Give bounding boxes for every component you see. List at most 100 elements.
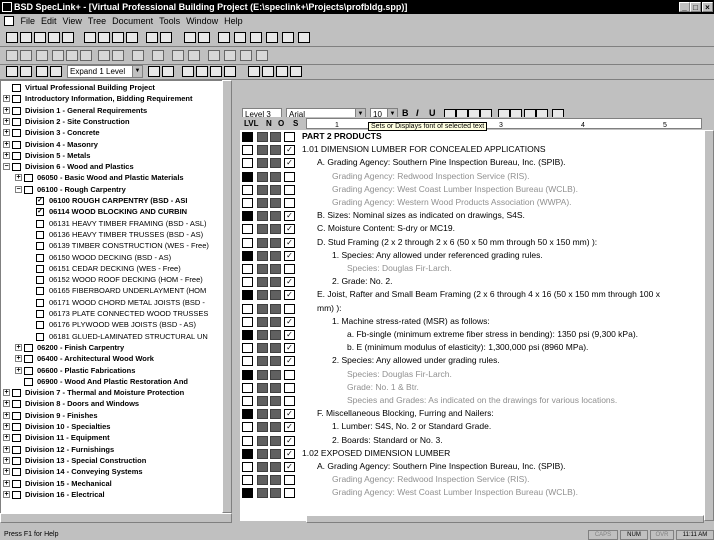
expand-icon[interactable]: + (3, 151, 10, 159)
status-checkbox[interactable]: ✓ (284, 356, 295, 367)
row-marker[interactable] (242, 369, 253, 380)
toolbar-icon[interactable] (20, 66, 32, 77)
status-checkbox[interactable]: ✓ (284, 435, 295, 446)
tree-item[interactable]: 06176 PLYWOOD WEB JOISTS (BSD - AS) (1, 320, 223, 330)
toolbar-icon[interactable] (80, 50, 92, 61)
row-marker[interactable] (257, 356, 268, 367)
row-marker[interactable] (242, 316, 253, 327)
row-marker[interactable] (242, 488, 253, 499)
row-marker[interactable] (270, 369, 281, 380)
expand-icon[interactable]: + (3, 468, 10, 476)
toolbar-icon[interactable] (234, 32, 246, 43)
toolbar-icon[interactable] (224, 50, 236, 61)
status-checkbox[interactable]: ✓ (284, 158, 295, 169)
row-marker[interactable] (270, 422, 281, 433)
row-marker[interactable] (270, 237, 281, 248)
doc-vertical-scrollbar[interactable] (704, 130, 714, 521)
toolbar-icon[interactable] (98, 32, 110, 43)
spec-paragraph[interactable]: Species: Douglas Fir-Larch. (347, 369, 452, 380)
row-marker[interactable] (242, 448, 253, 459)
status-checkbox[interactable]: ✓ (284, 290, 295, 301)
status-checkbox[interactable]: ✓ (284, 316, 295, 327)
row-marker[interactable] (242, 303, 253, 314)
tree-item[interactable]: 06171 WOOD CHORD METAL JOISTS (BSD - (1, 298, 223, 308)
checkbox-icon[interactable] (36, 219, 44, 228)
tree-item[interactable]: + Division 8 - Doors and Windows (1, 399, 223, 409)
toolbar-icon[interactable] (146, 32, 158, 43)
toolbar-icon[interactable] (290, 66, 302, 77)
expand-icon[interactable]: + (15, 366, 22, 374)
toolbar-icon[interactable] (148, 66, 160, 77)
tree-item[interactable]: − Division 6 - Wood and Plastics (1, 162, 223, 172)
row-marker[interactable] (257, 330, 268, 340)
expand-icon[interactable]: + (3, 445, 10, 453)
row-marker[interactable] (242, 382, 253, 393)
menu-edit[interactable]: Edit (41, 16, 57, 26)
row-marker[interactable] (270, 409, 281, 420)
tree-item[interactable]: Virtual Professional Building Project (1, 83, 223, 93)
spec-paragraph[interactable]: Grading Agency: Western Wood Products As… (332, 197, 572, 208)
tree-item[interactable]: + Division 3 - Concrete (1, 128, 223, 138)
expand-icon[interactable]: + (3, 106, 10, 114)
toolbar-icon[interactable] (276, 66, 288, 77)
tree-item[interactable]: ✓ 06100 ROUGH CARPENTRY (BSD - ASI (1, 196, 223, 206)
spec-paragraph[interactable]: Species: Douglas Fir-Larch. (347, 263, 452, 274)
spec-paragraph[interactable]: b. E (minimum modulus of elasticity): 1,… (347, 342, 588, 353)
collapse-icon[interactable]: − (15, 185, 22, 193)
status-checkbox[interactable]: ✓ (284, 250, 295, 261)
row-marker[interactable] (257, 369, 268, 380)
spec-paragraph[interactable]: PART 2 PRODUCTS (302, 131, 382, 142)
row-marker[interactable] (270, 277, 281, 288)
checkbox-icon[interactable] (36, 332, 44, 341)
ruler[interactable]: 12345 (306, 118, 702, 129)
row-marker[interactable] (270, 224, 281, 235)
tree-item[interactable]: + Division 11 - Equipment (1, 433, 223, 443)
row-marker[interactable] (257, 462, 268, 472)
toolbar-icon[interactable] (256, 50, 268, 61)
status-checkbox[interactable]: ✓ (284, 422, 295, 433)
tree-item[interactable]: + Division 2 - Site Construction (1, 117, 223, 127)
row-marker[interactable] (242, 462, 253, 472)
expand-icon[interactable]: + (3, 456, 10, 464)
toolbar-icon[interactable] (6, 32, 18, 43)
status-checkbox[interactable] (284, 488, 295, 499)
expand-icon[interactable]: + (3, 423, 10, 430)
status-checkbox[interactable] (284, 475, 295, 486)
tree-item[interactable]: + Division 14 - Conveying Systems (1, 467, 223, 477)
status-checkbox[interactable]: ✓ (284, 343, 295, 354)
toolbar-icon[interactable] (160, 32, 172, 43)
row-marker[interactable] (270, 250, 281, 261)
row-marker[interactable] (257, 211, 268, 222)
toolbar-icon[interactable] (132, 50, 144, 61)
toolbar-icon[interactable] (20, 50, 32, 61)
toolbar-icon[interactable] (282, 32, 294, 43)
tree-item[interactable]: + Division 15 - Mechanical (1, 479, 223, 489)
tree-item[interactable]: + Division 5 - Metals (1, 151, 223, 161)
spec-paragraph[interactable]: Grade: No. 1 & Btr. (347, 382, 419, 393)
row-marker[interactable] (242, 277, 253, 288)
menu-tools[interactable]: Tools (159, 16, 180, 26)
tree-item[interactable]: + Division 12 - Furnishings (1, 445, 223, 455)
row-marker[interactable] (270, 316, 281, 327)
toolbar-icon[interactable] (196, 66, 208, 77)
tree-item[interactable]: + Division 1 - General Requirements (1, 106, 223, 116)
toolbar-icon[interactable] (152, 50, 164, 61)
expand-icon[interactable]: + (15, 355, 22, 363)
status-checkbox[interactable]: ✓ (284, 277, 295, 288)
tree-item[interactable]: 06136 HEAVY TIMBER TRUSSES (BSD - AS) (1, 230, 223, 240)
tree-item[interactable]: ✓ 06114 WOOD BLOCKING AND CURBIN (1, 207, 223, 217)
tree-item[interactable]: − 06100 - Rough Carpentry (1, 185, 223, 195)
tree-item[interactable]: 06173 PLATE CONNECTED WOOD TRUSSES (1, 309, 223, 319)
menu-tree[interactable]: Tree (88, 16, 106, 26)
row-marker[interactable] (242, 171, 253, 182)
menu-help[interactable]: Help (224, 16, 243, 26)
tree-item[interactable]: 06165 FIBERBOARD UNDERLAYMENT (HOM (1, 286, 223, 296)
toolbar-icon[interactable] (66, 50, 78, 61)
row-marker[interactable] (242, 330, 253, 340)
row-marker[interactable] (270, 264, 281, 274)
checkbox-icon[interactable] (36, 287, 44, 296)
toolbar-icon[interactable] (48, 32, 60, 43)
toolbar-icon[interactable] (112, 50, 124, 61)
tree-item[interactable]: 06151 CEDAR DECKING (WES - Free) (1, 264, 223, 274)
toolbar-icon[interactable] (34, 32, 46, 43)
